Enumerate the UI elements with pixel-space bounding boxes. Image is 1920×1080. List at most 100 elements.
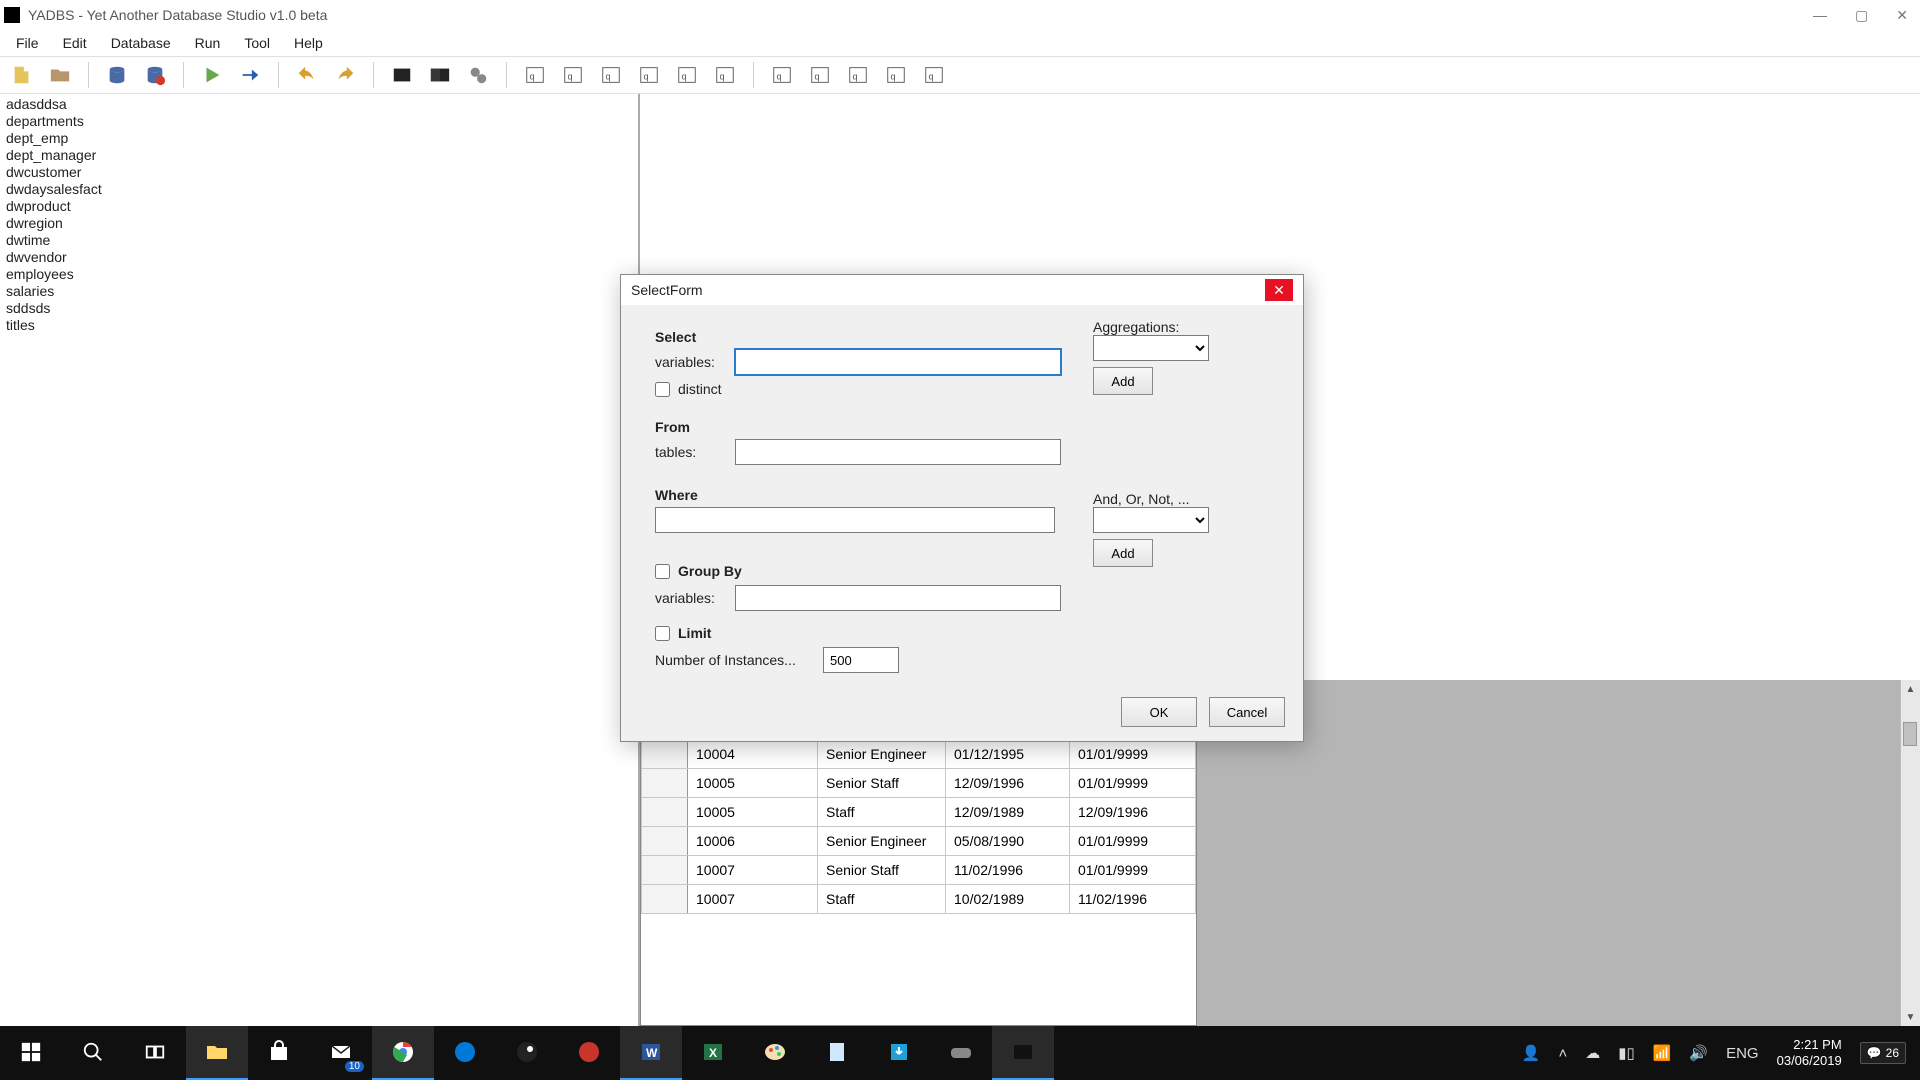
table-row[interactable]: 10005Staff12/09/198912/09/1996	[642, 798, 1196, 827]
toolbar-q9-icon[interactable]: q	[844, 61, 872, 89]
toolbar-q11-icon[interactable]: q	[920, 61, 948, 89]
toolbar-q10-icon[interactable]: q	[882, 61, 910, 89]
start-button[interactable]	[0, 1026, 62, 1080]
cell[interactable]: 11/02/1996	[946, 856, 1070, 885]
toolbar-q2-icon[interactable]: q	[559, 61, 587, 89]
toolbar-play-icon[interactable]	[198, 61, 226, 89]
table-row[interactable]: 10004Senior Engineer01/12/199501/01/9999	[642, 740, 1196, 769]
sidebar-item[interactable]: dwproduct	[4, 198, 634, 215]
tray-battery-icon[interactable]: ▮▯	[1618, 1044, 1635, 1062]
cell[interactable]: 10007	[688, 856, 818, 885]
cell[interactable]: Senior Engineer	[818, 740, 946, 769]
toolbar-redo-icon[interactable]	[331, 61, 359, 89]
table-row[interactable]: 10007Staff10/02/198911/02/1996	[642, 885, 1196, 914]
minimize-button[interactable]: —	[1813, 7, 1827, 24]
cell[interactable]: 01/01/9999	[1070, 856, 1196, 885]
menu-help[interactable]: Help	[284, 32, 333, 54]
sidebar-item[interactable]: dwregion	[4, 215, 634, 232]
task-steam-icon[interactable]	[496, 1026, 558, 1080]
sidebar-item[interactable]: dwtime	[4, 232, 634, 249]
cell[interactable]: 10005	[688, 769, 818, 798]
cell[interactable]: 12/09/1996	[1070, 798, 1196, 827]
logic-add-button[interactable]: Add	[1093, 539, 1153, 567]
cell[interactable]: 01/01/9999	[1070, 740, 1196, 769]
cell[interactable]: 12/09/1989	[946, 798, 1070, 827]
tray-chevron-up-icon[interactable]: ˄	[1558, 1045, 1567, 1062]
task-excel-icon[interactable]: X	[682, 1026, 744, 1080]
cell[interactable]: 10004	[688, 740, 818, 769]
limit-input[interactable]	[823, 647, 899, 673]
cell[interactable]: 10007	[688, 885, 818, 914]
aggregations-combo[interactable]	[1093, 335, 1209, 361]
grid-vertical-scrollbar[interactable]: ▲ ▼	[1900, 680, 1920, 1026]
cell[interactable]: 10/02/1989	[946, 885, 1070, 914]
cell[interactable]: 05/08/1990	[946, 827, 1070, 856]
tray-people-icon[interactable]: 👤	[1522, 1044, 1541, 1062]
cell[interactable]: 01/12/1995	[946, 740, 1070, 769]
toolbar-gears-icon[interactable]	[464, 61, 492, 89]
sidebar-item[interactable]: dept_emp	[4, 130, 634, 147]
task-app-icon[interactable]	[558, 1026, 620, 1080]
toolbar-new-icon[interactable]	[8, 61, 36, 89]
cell[interactable]: Senior Staff	[818, 769, 946, 798]
task-download-icon[interactable]	[868, 1026, 930, 1080]
task-mail-icon[interactable]: 10	[310, 1026, 372, 1080]
sidebar-item[interactable]: dwdaysalesfact	[4, 181, 634, 198]
task-word-icon[interactable]: W	[620, 1026, 682, 1080]
task-store-icon[interactable]	[248, 1026, 310, 1080]
close-button[interactable]: ✕	[1896, 7, 1908, 24]
variables-input[interactable]	[735, 349, 1061, 375]
task-explorer-icon[interactable]	[186, 1026, 248, 1080]
tables-input[interactable]	[735, 439, 1061, 465]
tray-volume-icon[interactable]: 🔊	[1689, 1044, 1708, 1062]
toolbar-undo-icon[interactable]	[293, 61, 321, 89]
distinct-checkbox[interactable]	[655, 382, 670, 397]
toolbar-output-icon[interactable]	[426, 61, 454, 89]
sidebar-item[interactable]: adasddsa	[4, 96, 634, 113]
sidebar-item[interactable]: dwvendor	[4, 249, 634, 266]
toolbar-q6-icon[interactable]: q	[711, 61, 739, 89]
where-input[interactable]	[655, 507, 1055, 533]
sidebar-item[interactable]: titles	[4, 317, 634, 334]
row-selector[interactable]	[642, 769, 688, 798]
toolbar-q5-icon[interactable]: q	[673, 61, 701, 89]
row-selector[interactable]	[642, 740, 688, 769]
toolbar-q3-icon[interactable]: q	[597, 61, 625, 89]
menu-run[interactable]: Run	[185, 32, 231, 54]
notifications-button[interactable]: 💬 26	[1860, 1042, 1906, 1064]
cell[interactable]: 01/01/9999	[1070, 769, 1196, 798]
cell[interactable]: 11/02/1996	[1070, 885, 1196, 914]
menu-edit[interactable]: Edit	[53, 32, 97, 54]
table-row[interactable]: 10005Senior Staff12/09/199601/01/9999	[642, 769, 1196, 798]
task-notepad-icon[interactable]	[806, 1026, 868, 1080]
sidebar-item[interactable]: employees	[4, 266, 634, 283]
tray-wifi-icon[interactable]: 📶	[1653, 1044, 1672, 1062]
row-selector[interactable]	[642, 885, 688, 914]
tray-language[interactable]: ENG	[1726, 1045, 1759, 1062]
cell[interactable]: 12/09/1996	[946, 769, 1070, 798]
toolbar-db-disconnect-icon[interactable]	[141, 61, 169, 89]
cell[interactable]: 10006	[688, 827, 818, 856]
row-selector[interactable]	[642, 827, 688, 856]
sidebar-item[interactable]: dwcustomer	[4, 164, 634, 181]
aggregations-add-button[interactable]: Add	[1093, 367, 1153, 395]
table-row[interactable]: 10007Senior Staff11/02/199601/01/9999	[642, 856, 1196, 885]
task-terminal-icon[interactable]	[992, 1026, 1054, 1080]
groupby-variables-input[interactable]	[735, 585, 1061, 611]
toolbar-q7-icon[interactable]: q	[768, 61, 796, 89]
tray-onedrive-icon[interactable]: ☁	[1585, 1044, 1600, 1062]
toolbar-continue-icon[interactable]	[236, 61, 264, 89]
task-edge-icon[interactable]	[434, 1026, 496, 1080]
cell[interactable]: 01/01/9999	[1070, 827, 1196, 856]
sidebar-item[interactable]: salaries	[4, 283, 634, 300]
sidebar-item[interactable]: sddsds	[4, 300, 634, 317]
menu-tool[interactable]: Tool	[234, 32, 280, 54]
task-chrome-icon[interactable]	[372, 1026, 434, 1080]
task-paint-icon[interactable]	[744, 1026, 806, 1080]
row-selector[interactable]	[642, 856, 688, 885]
toolbar-q4-icon[interactable]: q	[635, 61, 663, 89]
ok-button[interactable]: OK	[1121, 697, 1197, 727]
toolbar-q8-icon[interactable]: q	[806, 61, 834, 89]
task-game-icon[interactable]	[930, 1026, 992, 1080]
task-view-button[interactable]	[124, 1026, 186, 1080]
